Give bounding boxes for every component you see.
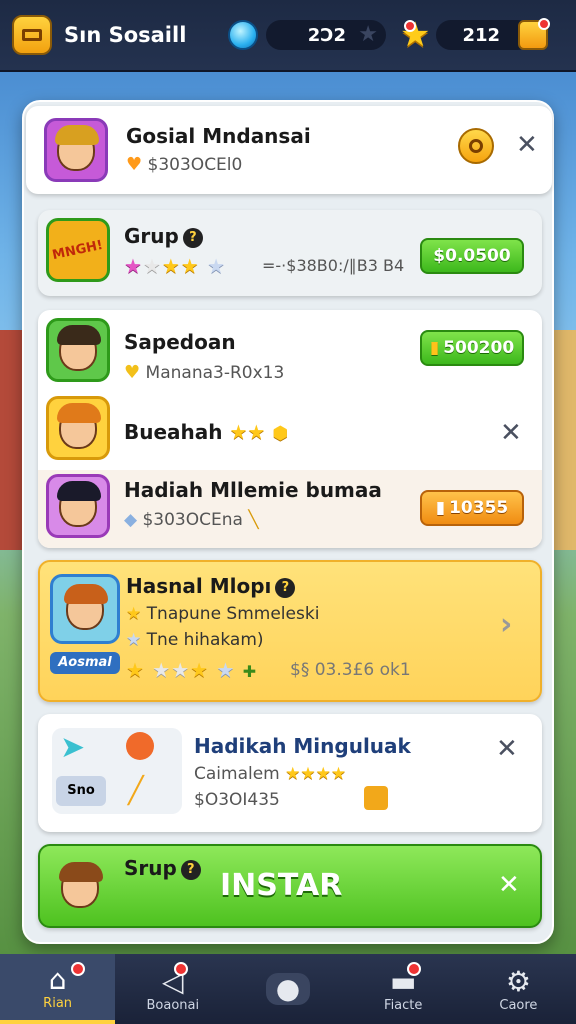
nav-chat[interactable]: ▬ Fiacte: [346, 954, 461, 1024]
gem-pill: 2Ɔ2 ★: [266, 20, 386, 50]
avatar: [48, 854, 112, 920]
nav-label: Caore: [499, 997, 538, 1013]
gem-icon: [228, 20, 258, 50]
item-bundle: ➤ Sno ╱: [52, 728, 182, 814]
puzzle-icon[interactable]: [518, 18, 551, 50]
chest-icon: [364, 786, 388, 810]
nav-controller[interactable]: ●: [230, 954, 345, 1024]
top-bar: Sın Sosaill 2Ɔ2 ★ ★ 212: [0, 0, 576, 72]
player-name: Sapedoan: [124, 330, 236, 354]
player-name: Hadiah Mllemie bumaa: [124, 478, 382, 502]
gear-icon: ⚙: [505, 964, 531, 998]
item-tag: Sno: [56, 776, 106, 806]
reward-sub: Caimalem ★★★★: [194, 764, 347, 784]
player-name: Hasnal Mlopı?: [126, 574, 296, 598]
install-banner[interactable]: Srup? INSTAR ✕: [38, 844, 542, 928]
star-counter[interactable]: ★ 212: [400, 15, 551, 55]
player-coins: ♥ $303OCEl0: [126, 154, 243, 175]
friends-panel: Gosial Mndansai ♥ $303OCEl0 ✕ MNGH! Grup…: [22, 100, 554, 944]
player-status: ♥ Manana3-R0x13: [124, 362, 285, 383]
list-item-highlighted[interactable]: Aosmal Hasnal Mlopı? ★ Tnapune Smmeleski…: [38, 560, 542, 702]
close-icon[interactable]: ✕: [516, 132, 538, 158]
gem-value: 2Ɔ2: [307, 24, 346, 46]
rating-stars: ★★★★ ★: [124, 254, 227, 278]
avatar: [46, 474, 110, 538]
gold-star-icon: ★: [400, 15, 431, 55]
install-button[interactable]: INSTAR: [220, 868, 342, 903]
heart-icon: ♥: [126, 154, 143, 175]
nav-flag[interactable]: ◁ Boaonai: [115, 954, 230, 1024]
avatar: [44, 118, 108, 182]
player-line2: ★ Tne hihakam): [126, 630, 264, 650]
info-icon: ?: [182, 227, 203, 248]
info-icon: ?: [180, 859, 201, 880]
nav-label: Rian: [43, 995, 73, 1011]
app-logo-icon[interactable]: [12, 15, 52, 55]
list-item[interactable]: ➤ Sno ╱ Hadikah Minguluak Caimalem ★★★★ …: [38, 714, 542, 832]
controller-icon: ●: [265, 973, 311, 1005]
arrow-icon: ➤: [60, 730, 86, 765]
price-button[interactable]: $0.0500: [420, 238, 524, 274]
avatar: [46, 318, 110, 382]
cube-icon: ◆: [124, 510, 138, 530]
list-item[interactable]: MNGH! Grup? ★★★★ ★ =-·$38B0:∕∥B3 B4 $0.0…: [38, 210, 542, 296]
nav-label: Boaonai: [146, 997, 200, 1013]
reward-price: $O3OI435: [194, 790, 280, 810]
player-stats: $§ 03.3£6 ok1: [290, 660, 411, 680]
heart-icon: ♥: [124, 362, 141, 383]
star-value: 212: [462, 24, 501, 46]
close-icon[interactable]: ✕: [496, 736, 518, 762]
coins-button[interactable]: ▮ 10355: [420, 490, 524, 526]
fruit-icon: [126, 732, 154, 760]
avatar: [46, 396, 110, 460]
rating-stars: ★ ★★★ ★ ✚: [126, 658, 258, 682]
wand-icon: ╱: [128, 776, 144, 806]
bottom-nav: ⌂ Rian ◁ Boaonai ● ▬ Fiacte ⚙ Caore: [0, 954, 576, 1024]
group-stats: =-·$38B0:∕∥B3 B4: [262, 256, 405, 275]
nav-home[interactable]: ⌂ Rian: [0, 954, 116, 1024]
gem-counter[interactable]: 2Ɔ2 ★: [228, 20, 386, 50]
group-name: Grup?: [124, 224, 203, 248]
app-title: Sın Sosaill: [64, 23, 187, 47]
search-icon[interactable]: [458, 128, 494, 164]
avatar: [50, 574, 120, 644]
info-icon: ?: [275, 577, 296, 598]
star-icon: ★: [126, 630, 142, 650]
chevron-right-icon[interactable]: ›: [500, 610, 512, 640]
coins-button[interactable]: ▮ 500200: [420, 330, 524, 366]
banner-label: Srup?: [124, 856, 201, 880]
home-icon: ⌂: [48, 962, 67, 996]
star-icon: ★: [126, 604, 142, 624]
friend-list-group: Sapedoan ♥ Manana3-R0x13 ▮ 500200 Bueahah…: [38, 310, 542, 548]
close-icon[interactable]: ✕: [498, 872, 520, 898]
player-line1: ★ Tnapune Smmeleski: [126, 604, 320, 624]
reward-title: Hadikah Minguluak: [194, 734, 411, 758]
star-outline-icon: ★: [358, 22, 378, 47]
rank-badge: Aosmal: [50, 652, 120, 674]
player-name: Gosial Mndansai: [126, 124, 311, 148]
nav-settings[interactable]: ⚙ Caore: [461, 954, 576, 1024]
nav-label: Fiacte: [384, 997, 423, 1013]
list-item[interactable]: Hadiah Mllemie bumaa ◆ $303OCEna ╲ ▮ 1035…: [38, 470, 542, 548]
avatar: MNGH!: [46, 218, 110, 282]
list-item[interactable]: Gosial Mndansai ♥ $303OCEl0 ✕: [26, 106, 552, 194]
player-name: Bueahah ★★ ⬢: [124, 420, 289, 444]
close-icon[interactable]: ✕: [500, 420, 522, 446]
wand-icon: ╲: [248, 510, 259, 530]
player-coins: ◆ $303OCEna ╲: [124, 510, 259, 530]
